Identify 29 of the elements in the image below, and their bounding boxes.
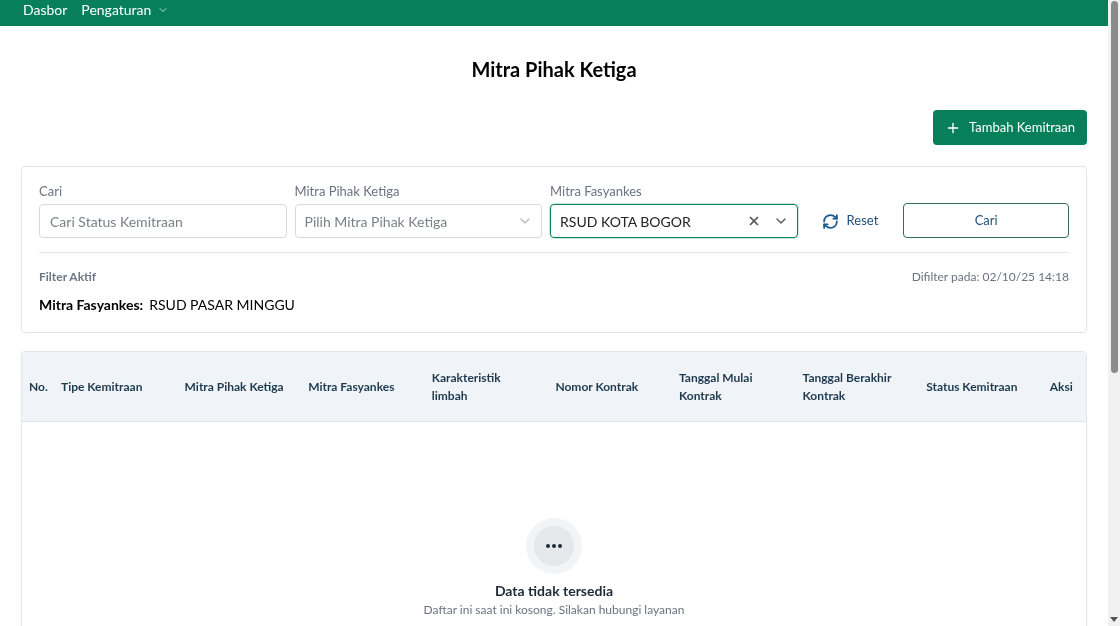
nav-item[interactable]: Dasbor — [23, 3, 68, 23]
column-header: Karakteristik limbah — [431, 368, 502, 405]
filter-value: RSUD PASAR MINGGU — [149, 296, 295, 313]
page-title: Mitra Pihak Ketiga — [471, 57, 637, 81]
empty-state-text: Daftar ini saat ini kosong. Silakan hubungi layanan — [423, 603, 685, 617]
column-header: Tanggal Mulai Kontrak — [678, 368, 754, 405]
column-header: Mitra Pihak Ketiga — [184, 377, 285, 396]
field-label: Cari — [39, 183, 63, 199]
column-header: Mitra Fasyankes — [308, 377, 396, 396]
nav-item[interactable]: Pengaturan — [81, 3, 170, 23]
column-header: Status Kemitraan — [926, 377, 1019, 396]
column-header: Tanggal Berakhir Kontrak — [802, 368, 893, 405]
empty-state-title: Data tidak tersedia — [494, 582, 614, 600]
filter-name: Mitra Fasyankes: — [39, 296, 144, 313]
field-label: Mitra Fasyankes — [550, 183, 643, 199]
search-field[interactable]: Cari Status Kemitraan — [39, 204, 287, 238]
select-field[interactable]: Pilih Mitra Pihak Ketiga — [294, 204, 543, 238]
column-header: Aksi — [1049, 377, 1074, 396]
select-field[interactable]: RSUD KOTA BOGOR — [550, 204, 798, 238]
column-header: Tipe Kemitraan — [61, 377, 144, 396]
column-header: No. — [29, 377, 49, 396]
add-partnership-button[interactable]: Tambah Kemitraan — [933, 110, 1087, 145]
search-button[interactable]: Cari — [903, 203, 1069, 238]
reset-button[interactable]: Reset — [813, 204, 887, 238]
filtered-at-text: Difilter pada: 02/10/25 14:18 — [911, 268, 1069, 286]
field-label: Mitra Pihak Ketiga — [294, 183, 401, 199]
column-header: Nomor Kontrak — [555, 377, 640, 396]
active-filter-heading: Filter Aktif — [39, 268, 97, 286]
refresh-icon — [821, 212, 839, 230]
